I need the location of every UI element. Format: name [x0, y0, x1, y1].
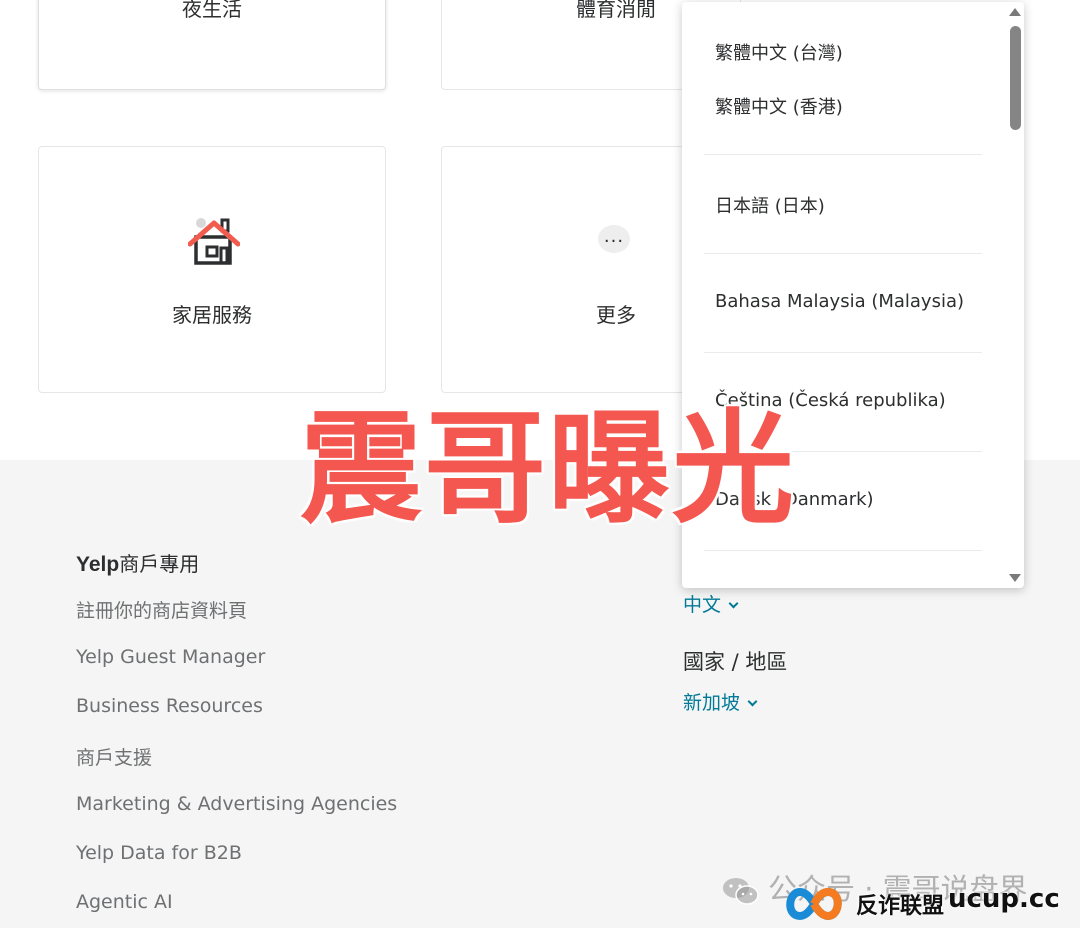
divider [704, 154, 982, 155]
footer-link-agencies[interactable]: Marketing & Advertising Agencies [76, 793, 397, 815]
chevron-down-icon [747, 696, 758, 707]
yelp-brand-text: Yelp [76, 553, 120, 576]
scroll-up-arrow-icon[interactable] [1009, 8, 1021, 16]
business-section-heading: Yelp商戶專用 [76, 548, 199, 577]
region-select-value: 新加坡 [683, 692, 741, 714]
scroll-down-arrow-icon[interactable] [1009, 574, 1021, 582]
footer-link-business-resources[interactable]: Business Resources [76, 695, 263, 717]
divider [704, 550, 982, 551]
footer-link-agentic-ai[interactable]: Agentic AI [76, 891, 173, 913]
footer-link-data-b2b[interactable]: Yelp Data for B2B [76, 842, 242, 864]
region-select[interactable]: 新加坡 [683, 688, 758, 715]
brand-watermark-text: 反诈联盟 [856, 894, 945, 919]
footer-link-business-support[interactable]: 商戶支援 [76, 743, 152, 770]
divider [704, 352, 982, 353]
overlay-title: 震哥曝光 [300, 398, 796, 540]
brand-watermark-domain: ucup.cc [948, 884, 1060, 914]
language-option[interactable]: 日本語 (日本) [715, 192, 825, 218]
footer-link-claim-business[interactable]: 註冊你的商店資料頁 [76, 596, 247, 623]
wechat-icon [723, 878, 759, 905]
category-label-nightlife: 夜生活 [182, 0, 242, 21]
category-label-home-services: 家居服務 [172, 303, 252, 327]
language-select[interactable]: 中文 [683, 590, 739, 617]
more-dots-icon: ... [598, 225, 630, 253]
language-option[interactable]: 繁體中文 (香港) [715, 93, 843, 119]
dropdown-scrollbar[interactable] [1004, 2, 1024, 588]
language-select-value: 中文 [683, 594, 722, 616]
footer-link-guest-manager[interactable]: Yelp Guest Manager [76, 646, 265, 668]
chevron-down-icon [728, 598, 739, 609]
house-icon [188, 218, 240, 265]
language-option[interactable]: Bahasa Malaysia (Malaysia) [715, 291, 964, 312]
divider [704, 253, 982, 254]
infinity-logo-icon [786, 887, 842, 921]
language-option[interactable]: 繁體中文 (台灣) [715, 39, 843, 65]
category-card-home-services[interactable]: 家居服務 [38, 146, 386, 393]
scrollbar-thumb[interactable] [1010, 26, 1021, 130]
business-heading-text: 商戶專用 [119, 552, 200, 576]
region-heading: 國家 / 地區 [683, 650, 788, 674]
category-card-nightlife[interactable]: 夜生活 [38, 0, 386, 90]
